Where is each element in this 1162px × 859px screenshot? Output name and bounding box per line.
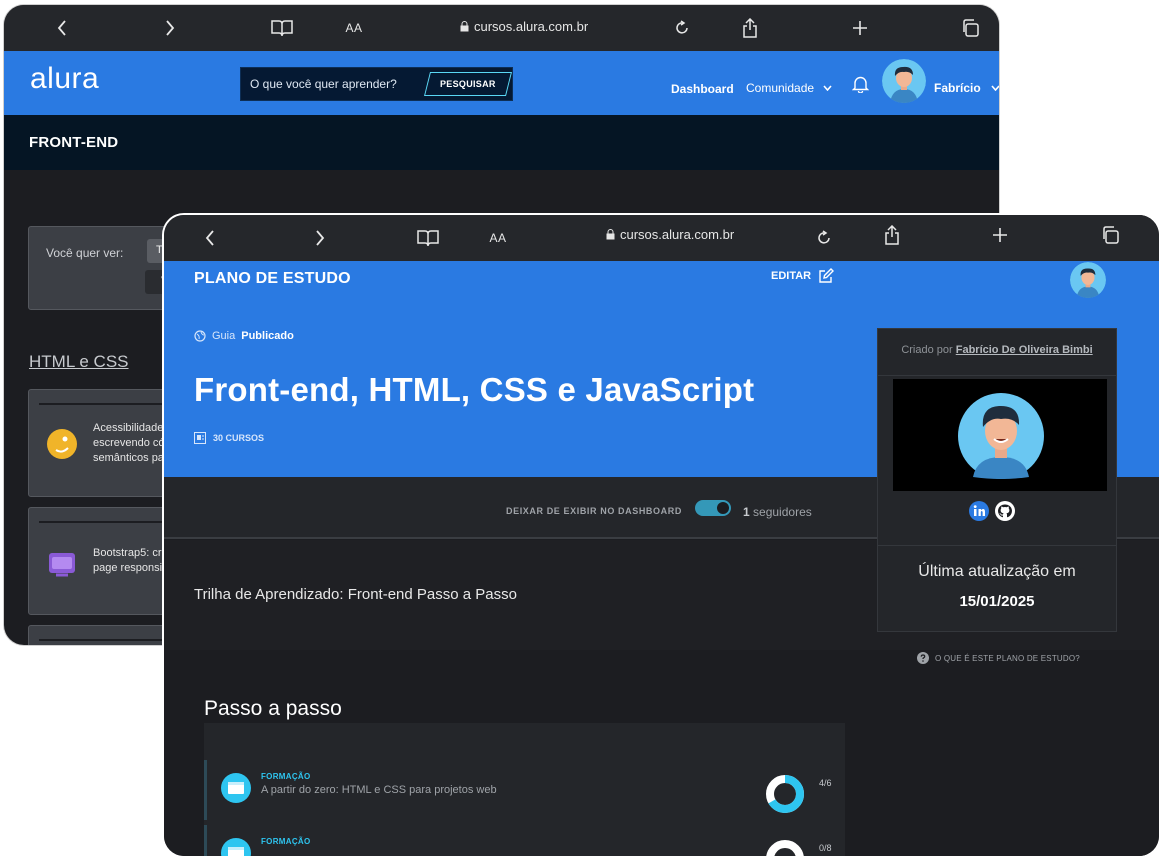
search-input[interactable]: O que você quer aprender? — [250, 77, 397, 91]
chevron-down-icon — [823, 85, 832, 91]
formation-icon — [221, 773, 251, 803]
last-updated-label: Última atualização em — [918, 563, 1076, 580]
nav-comunidade[interactable]: Comunidade — [746, 81, 832, 95]
tabs-icon[interactable] — [960, 17, 980, 39]
alura-logo[interactable]: alura — [30, 62, 99, 96]
guide-status: Guia Publicado — [194, 330, 294, 342]
browser-toolbar: AA cursos.alura.com.br — [164, 215, 1159, 261]
formation-icon — [221, 838, 251, 856]
nav-dashboard[interactable]: Dashboard — [671, 82, 734, 96]
category-title: FRONT-END — [29, 134, 119, 151]
address-bar[interactable]: cursos.alura.com.br — [460, 19, 588, 34]
last-updated-date: 15/01/2025 — [959, 593, 1035, 610]
progress-ring — [766, 840, 804, 856]
lock-icon — [460, 21, 469, 32]
new-tab-icon[interactable] — [850, 17, 870, 39]
courses-icon — [194, 432, 206, 444]
accessibility-course-icon — [46, 428, 78, 460]
step-name: A partir do zero: HTML e CSS para projet… — [261, 784, 497, 796]
forward-icon[interactable] — [160, 17, 180, 39]
category-header: FRONT-END — [4, 115, 999, 170]
back-icon[interactable] — [52, 17, 72, 39]
list-item[interactable]: FORMAÇÃO A partir do zero: HTML e CSS pa… — [204, 760, 845, 820]
followers-count: 1 seguidores — [743, 505, 812, 519]
back-icon[interactable] — [200, 227, 220, 249]
user-avatar[interactable] — [1070, 262, 1106, 298]
plan-title: Front-end, HTML, CSS e JavaScript — [194, 371, 755, 408]
new-tab-icon[interactable] — [990, 224, 1010, 246]
study-plan-header: PLANO DE ESTUDO EDITAR — [164, 261, 1159, 301]
steps-list: FORMAÇÃO A partir do zero: HTML e CSS pa… — [204, 723, 845, 856]
filter-label: Você quer ver: — [46, 246, 124, 260]
text-size-button[interactable]: AA — [344, 17, 364, 39]
author-sidebar: Criado por Fabrício De Oliveira Bimbi Úl… — [877, 328, 1117, 632]
pencil-icon — [819, 268, 835, 283]
user-menu[interactable]: Fabrício — [934, 81, 999, 95]
share-icon[interactable] — [882, 224, 902, 246]
plan-description: Trilha de Aprendizado: Front-end Passo a… — [194, 586, 517, 603]
step-kind: FORMAÇÃO — [261, 837, 311, 846]
github-icon[interactable] — [995, 501, 1015, 526]
step-progress: 4/6 — [819, 778, 832, 788]
bookmarks-icon[interactable] — [270, 17, 294, 39]
author-photo — [893, 379, 1107, 491]
question-circle-icon — [917, 652, 929, 664]
user-avatar[interactable] — [882, 59, 926, 103]
progress-ring-track — [766, 840, 804, 856]
search-button[interactable]: PESQUISAR — [424, 72, 512, 96]
text-size-button[interactable]: AA — [488, 227, 508, 249]
browser-toolbar: AA cursos.alura.com.br — [4, 5, 999, 51]
created-by: Criado por Fabrício De Oliveira Bimbi — [901, 344, 1093, 356]
search-box[interactable]: O que você quer aprender? PESQUISAR — [240, 67, 513, 101]
steps-title: Passo a passo — [204, 697, 342, 720]
social-links — [969, 501, 1015, 526]
progress-ring — [766, 775, 804, 813]
globe-icon — [194, 330, 206, 342]
forward-icon[interactable] — [310, 227, 330, 249]
step-progress: 0/8 — [819, 843, 832, 853]
reload-icon[interactable] — [672, 17, 692, 39]
courses-count: 30 CURSOS — [194, 432, 264, 444]
step-kind: FORMAÇÃO — [261, 772, 311, 781]
reload-icon[interactable] — [814, 227, 834, 249]
dashboard-toggle-label: DEIXAR DE EXIBIR NO DASHBOARD — [506, 506, 682, 516]
alura-navbar: alura O que você quer aprender? PESQUISA… — [4, 51, 999, 115]
bootstrap-course-icon — [46, 548, 78, 580]
section-link-html-css[interactable]: HTML e CSS — [29, 352, 129, 372]
help-link[interactable]: O QUE É ESTE PLANO DE ESTUDO? — [917, 652, 1080, 664]
study-plan-title: PLANO DE ESTUDO — [194, 270, 351, 287]
tabs-icon[interactable] — [1100, 224, 1120, 246]
share-icon[interactable] — [740, 17, 760, 39]
lock-icon — [606, 229, 615, 240]
edit-button[interactable]: EDITAR — [771, 268, 835, 284]
author-link[interactable]: Fabrício De Oliveira Bimbi — [956, 344, 1093, 356]
chevron-down-icon — [991, 85, 999, 91]
dashboard-toggle[interactable] — [695, 500, 731, 516]
notifications-bell-icon[interactable] — [851, 75, 870, 98]
bookmarks-icon[interactable] — [416, 227, 440, 249]
front-tablet-screen: AA cursos.alura.com.br PLANO DE ESTUDO E… — [164, 215, 1159, 856]
list-item[interactable]: FORMAÇÃO 0/8 — [204, 825, 845, 856]
linkedin-icon[interactable] — [969, 501, 989, 526]
address-bar[interactable]: cursos.alura.com.br — [606, 227, 734, 242]
